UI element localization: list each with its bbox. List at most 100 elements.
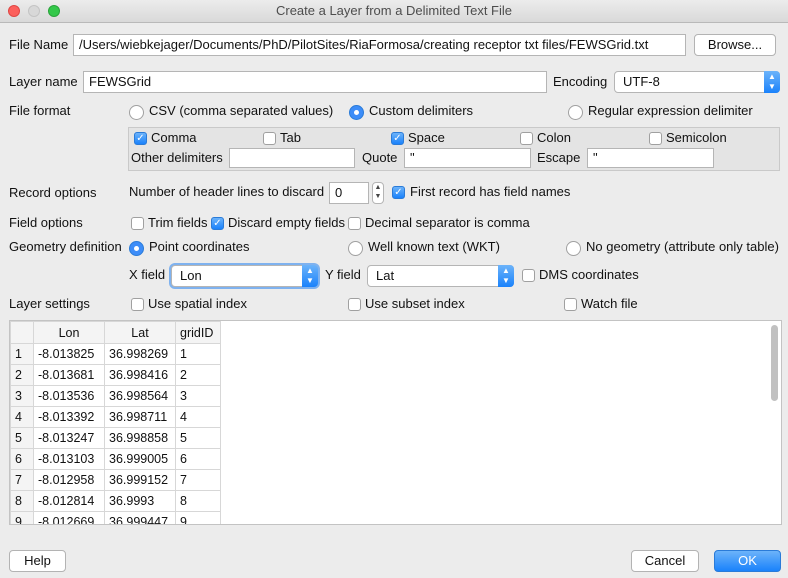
column-header-gridid[interactable]: gridID	[175, 321, 221, 344]
no-geometry-label: No geometry (attribute only table)	[586, 239, 779, 254]
cell-lat: 36.998269	[104, 343, 176, 365]
table-row[interactable]: 6 -8.013103 36.999005 6	[10, 448, 221, 470]
file-name-label: File Name	[9, 37, 69, 52]
cell-gridid: 7	[175, 469, 221, 491]
discard-empty-checkbox[interactable]: ✓	[211, 217, 224, 230]
escape-label: Escape	[537, 150, 581, 165]
cell-lon: -8.012814	[33, 490, 105, 512]
other-delimiters-input[interactable]	[229, 148, 355, 168]
cell-lat: 36.999152	[104, 469, 176, 491]
encoding-label: Encoding	[553, 74, 608, 89]
decimal-comma-label: Decimal separator is comma	[365, 215, 530, 230]
select-arrows-icon: ▲ ▼	[764, 71, 780, 93]
cell-gridid: 2	[175, 364, 221, 386]
cell-lat: 36.998711	[104, 406, 176, 428]
watch-file-label: Watch file	[581, 296, 638, 311]
colon-checkbox[interactable]	[520, 132, 533, 145]
trim-fields-label: Trim fields	[148, 215, 208, 230]
regex-delimiter-radio[interactable]	[568, 105, 583, 120]
x-field-value: Lon	[180, 268, 202, 283]
space-checkbox[interactable]: ✓	[391, 132, 404, 145]
wkt-radio[interactable]	[348, 241, 363, 256]
decimal-comma-checkbox[interactable]	[348, 217, 361, 230]
cell-gridid: 8	[175, 490, 221, 512]
table-row[interactable]: 7 -8.012958 36.999152 7	[10, 469, 221, 491]
cell-lon: -8.012958	[33, 469, 105, 491]
table-row[interactable]: 1 -8.013825 36.998269 1	[10, 343, 221, 365]
table-row[interactable]: 9 -8.012669 36.999447 9	[10, 511, 221, 524]
cell-lat: 36.998416	[104, 364, 176, 386]
spatial-index-checkbox[interactable]	[131, 298, 144, 311]
layer-name-input[interactable]: FEWSGrid	[83, 71, 547, 93]
first-record-checkbox[interactable]: ✓	[392, 186, 405, 199]
point-coordinates-radio[interactable]	[129, 241, 144, 256]
help-button[interactable]: Help	[9, 550, 66, 572]
cell-lat: 36.999005	[104, 448, 176, 470]
quote-label: Quote	[362, 150, 398, 165]
row-number: 8	[10, 490, 34, 512]
wkt-label: Well known text (WKT)	[368, 239, 500, 254]
cell-gridid: 9	[175, 511, 221, 524]
table-row[interactable]: 4 -8.013392 36.998711 4	[10, 406, 221, 428]
spatial-index-label: Use spatial index	[148, 296, 247, 311]
window-title: Create a Layer from a Delimited Text Fil…	[275, 3, 513, 18]
cell-lon: -8.013103	[33, 448, 105, 470]
custom-delimiters-radio[interactable]	[349, 105, 364, 120]
header-lines-stepper[interactable]: ▲ ▼	[372, 182, 384, 204]
header-lines-input[interactable]: 0	[329, 182, 369, 204]
dms-coordinates-label: DMS coordinates	[539, 267, 639, 282]
cell-lon: -8.013681	[33, 364, 105, 386]
column-header-lat[interactable]: Lat	[104, 321, 176, 344]
y-field-select[interactable]: Lat ▲ ▼	[367, 265, 514, 287]
csv-radio[interactable]	[129, 105, 144, 120]
ok-button[interactable]: OK	[714, 550, 781, 572]
row-number: 9	[10, 511, 34, 524]
table-row[interactable]: 2 -8.013681 36.998416 2	[10, 364, 221, 386]
semicolon-label: Semicolon	[666, 130, 727, 145]
file-name-input[interactable]: /Users/wiebkejager/Documents/PhD/PilotSi…	[73, 34, 686, 56]
file-format-label: File format	[9, 103, 71, 118]
browse-button[interactable]: Browse...	[694, 34, 776, 56]
header-lines-label: Number of header lines to discard	[129, 184, 325, 199]
sample-data-table[interactable]: Lon Lat gridID 1 -8.013825 36.998269 1 2 -8.…	[9, 320, 782, 525]
cell-lat: 36.998858	[104, 427, 176, 449]
column-header-lon[interactable]: Lon	[33, 321, 105, 344]
row-number: 7	[10, 469, 34, 491]
no-geometry-radio[interactable]	[566, 241, 581, 256]
row-number: 4	[10, 406, 34, 428]
table-row[interactable]: 5 -8.013247 36.998858 5	[10, 427, 221, 449]
escape-input[interactable]: "	[587, 148, 714, 168]
cancel-button[interactable]: Cancel	[631, 550, 699, 572]
comma-checkbox[interactable]: ✓	[134, 132, 147, 145]
comma-label: Comma	[151, 130, 197, 145]
space-label: Space	[408, 130, 445, 145]
table-row[interactable]: 3 -8.013536 36.998564 3	[10, 385, 221, 407]
cell-lon: -8.013825	[33, 343, 105, 365]
x-field-select[interactable]: Lon ▲ ▼	[171, 265, 318, 287]
colon-label: Colon	[537, 130, 571, 145]
select-arrows-icon: ▲ ▼	[302, 265, 318, 287]
scrollbar-thumb[interactable]	[771, 325, 778, 401]
subset-index-checkbox[interactable]	[348, 298, 361, 311]
dms-coordinates-checkbox[interactable]	[522, 269, 535, 282]
y-field-label: Y field	[325, 267, 361, 282]
x-field-label: X field	[129, 267, 166, 282]
geometry-definition-label: Geometry definition	[9, 239, 122, 254]
quote-input[interactable]: "	[404, 148, 531, 168]
encoding-value: UTF-8	[623, 74, 660, 89]
cell-gridid: 3	[175, 385, 221, 407]
first-record-label: First record has field names	[410, 184, 571, 199]
row-number-header	[10, 321, 34, 344]
table-row[interactable]: 8 -8.012814 36.9993 8	[10, 490, 221, 512]
trim-fields-checkbox[interactable]	[131, 217, 144, 230]
select-arrows-icon: ▲ ▼	[498, 265, 514, 287]
watch-file-checkbox[interactable]	[564, 298, 577, 311]
cell-lat: 36.9993	[104, 490, 176, 512]
record-options-label: Record options	[9, 185, 97, 200]
custom-delimiters-label: Custom delimiters	[369, 103, 474, 118]
row-number: 1	[10, 343, 34, 365]
encoding-select[interactable]: UTF-8 ▲ ▼	[614, 71, 780, 93]
semicolon-checkbox[interactable]	[649, 132, 662, 145]
tab-checkbox[interactable]	[263, 132, 276, 145]
row-number: 5	[10, 427, 34, 449]
